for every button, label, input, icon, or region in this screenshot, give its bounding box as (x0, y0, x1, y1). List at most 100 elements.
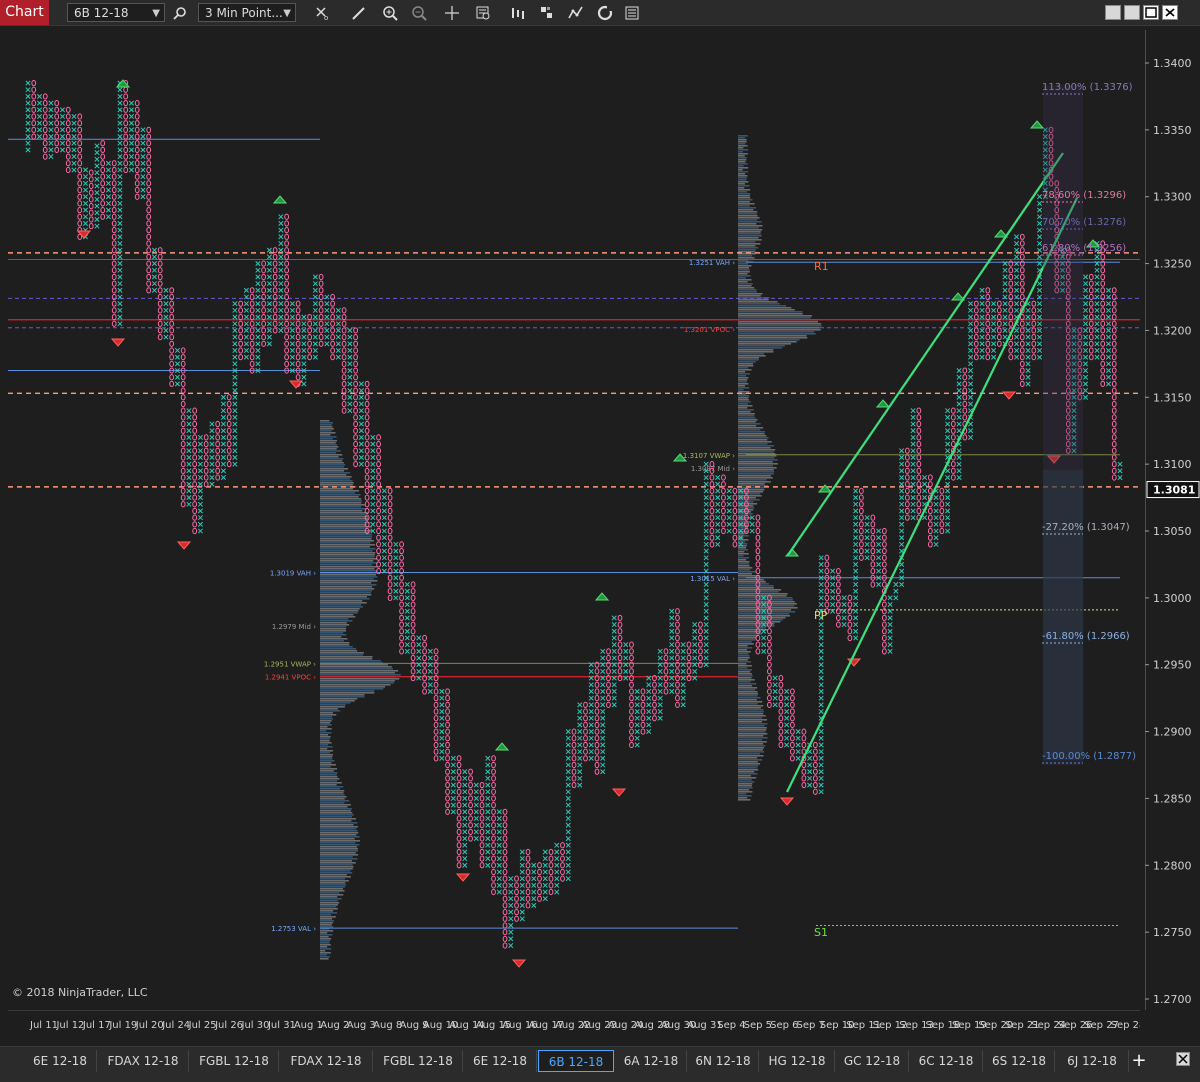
instrument-tab[interactable]: FGBL 12-18 (374, 1050, 463, 1072)
add-tab-button[interactable]: + (1128, 1050, 1150, 1072)
data-box-icon[interactable] (473, 3, 493, 22)
instrument-tab[interactable]: 6B 12-18 (538, 1050, 614, 1072)
o-box (916, 481, 922, 488)
o-box (238, 307, 244, 314)
profile-row (738, 793, 747, 795)
maximize-button[interactable] (1143, 5, 1159, 20)
o-box (77, 133, 83, 140)
o-box (835, 614, 841, 622)
o-box (996, 307, 1002, 314)
o-column (180, 347, 186, 508)
instrument-tab[interactable]: 6N 12-18 (688, 1050, 759, 1072)
profile-row (320, 636, 342, 638)
x-column (623, 642, 629, 681)
profile-row (320, 880, 349, 882)
o-box (353, 447, 359, 454)
instrument-tab[interactable]: FDAX 12-18 (98, 1050, 189, 1072)
profile-row (320, 908, 338, 910)
x-column (910, 408, 916, 521)
instrument-tab[interactable]: 6A 12-18 (616, 1050, 687, 1072)
o-box (904, 494, 910, 501)
instrument-tab[interactable]: GC 12-18 (836, 1050, 909, 1072)
o-box (215, 447, 221, 454)
profile-row (738, 381, 747, 383)
zoom-out-icon[interactable] (409, 3, 429, 22)
profile-row (320, 782, 342, 784)
o-box (525, 855, 531, 862)
o-box (341, 367, 347, 374)
time-axis[interactable]: Jul 11 Jul 12 Jul 17 Jul 19 Jul 20 Jul 24 Jul … (0, 1009, 1145, 1040)
instrument-tab[interactable]: FGBL 12-18 (190, 1050, 279, 1072)
o-box (157, 313, 163, 321)
indicators-icon[interactable] (566, 3, 586, 22)
instrument-tab[interactable]: 6E 12-18 (464, 1050, 537, 1072)
instrument-tab[interactable]: HG 12-18 (760, 1050, 835, 1072)
strategies-icon[interactable] (595, 3, 615, 22)
profile-row (320, 626, 347, 628)
profile-row (738, 187, 745, 189)
o-box (249, 360, 255, 367)
profile-row (320, 950, 326, 952)
o-column (134, 100, 140, 200)
o-box (881, 648, 887, 655)
profile-row (320, 690, 375, 692)
close-button[interactable] (1162, 5, 1178, 20)
instrument-tab[interactable]: FDAX 12-18 (280, 1050, 373, 1072)
o-box (675, 668, 680, 675)
properties-icon[interactable] (622, 3, 642, 22)
zoom-in-icon[interactable] (380, 3, 400, 22)
minimize-button[interactable] (1105, 5, 1121, 20)
bar-type-icon[interactable] (507, 3, 527, 22)
o-box (491, 781, 496, 789)
profile-row (738, 721, 762, 723)
profile-row (738, 413, 755, 415)
o-box (387, 561, 393, 568)
o-box (881, 561, 887, 568)
o-box (778, 728, 784, 735)
interval-selector[interactable]: 3 Min Point... ▼ (198, 3, 296, 22)
crosshair-icon[interactable] (442, 3, 462, 22)
profile-row (738, 411, 751, 413)
o-box (962, 407, 968, 414)
drawing-tool-icon[interactable] (349, 3, 369, 22)
profile-row (738, 571, 756, 573)
o-box (284, 354, 290, 361)
instrument-tab[interactable]: 6C 12-18 (910, 1050, 983, 1072)
profile-row (738, 697, 761, 699)
o-column (123, 79, 129, 174)
o-column (54, 100, 60, 154)
instrument-tab[interactable]: 6J 12-18 (1056, 1050, 1129, 1072)
profile-row (320, 536, 373, 538)
profile-row (738, 337, 808, 339)
instrument-selector[interactable]: 6B 12-18 ▼ (67, 3, 165, 22)
o-box (215, 461, 221, 468)
instrument-tab[interactable]: 6E 12-18 (24, 1050, 97, 1072)
o-box (1019, 287, 1025, 294)
o-box (318, 313, 324, 321)
o-box (904, 467, 910, 474)
profile-row (320, 798, 345, 800)
instrument-tab[interactable]: 6S 12-18 (984, 1050, 1055, 1072)
bar-style-icon[interactable]: o (312, 3, 332, 22)
chart-style-icon[interactable] (537, 3, 557, 22)
o-box (180, 374, 186, 381)
restore-button[interactable] (1124, 5, 1140, 20)
price-axis[interactable]: 1.3400 1.3350 1.3300 1.3250 1.3200 1.3150 1.31… (1144, 30, 1200, 1010)
o-box (410, 628, 416, 635)
tab-close-button[interactable] (1176, 1052, 1190, 1066)
search-icon[interactable] (170, 3, 190, 22)
o-box (514, 908, 519, 916)
o-column (916, 407, 922, 521)
o-box (640, 708, 646, 715)
o-box (226, 440, 232, 448)
o-box (1111, 407, 1117, 414)
o-box (445, 788, 450, 795)
o-box (583, 728, 588, 735)
chart-panel[interactable]: 1.3019 VAH › 1.2979 Mid › 1.2951 VWAP › 1.2… (8, 30, 1140, 1010)
o-column (812, 741, 818, 795)
o-column (238, 300, 244, 361)
chart-title-tab[interactable]: Chart (0, 0, 49, 25)
o-box (387, 501, 393, 508)
o-box (870, 561, 876, 568)
o-box (491, 835, 496, 842)
